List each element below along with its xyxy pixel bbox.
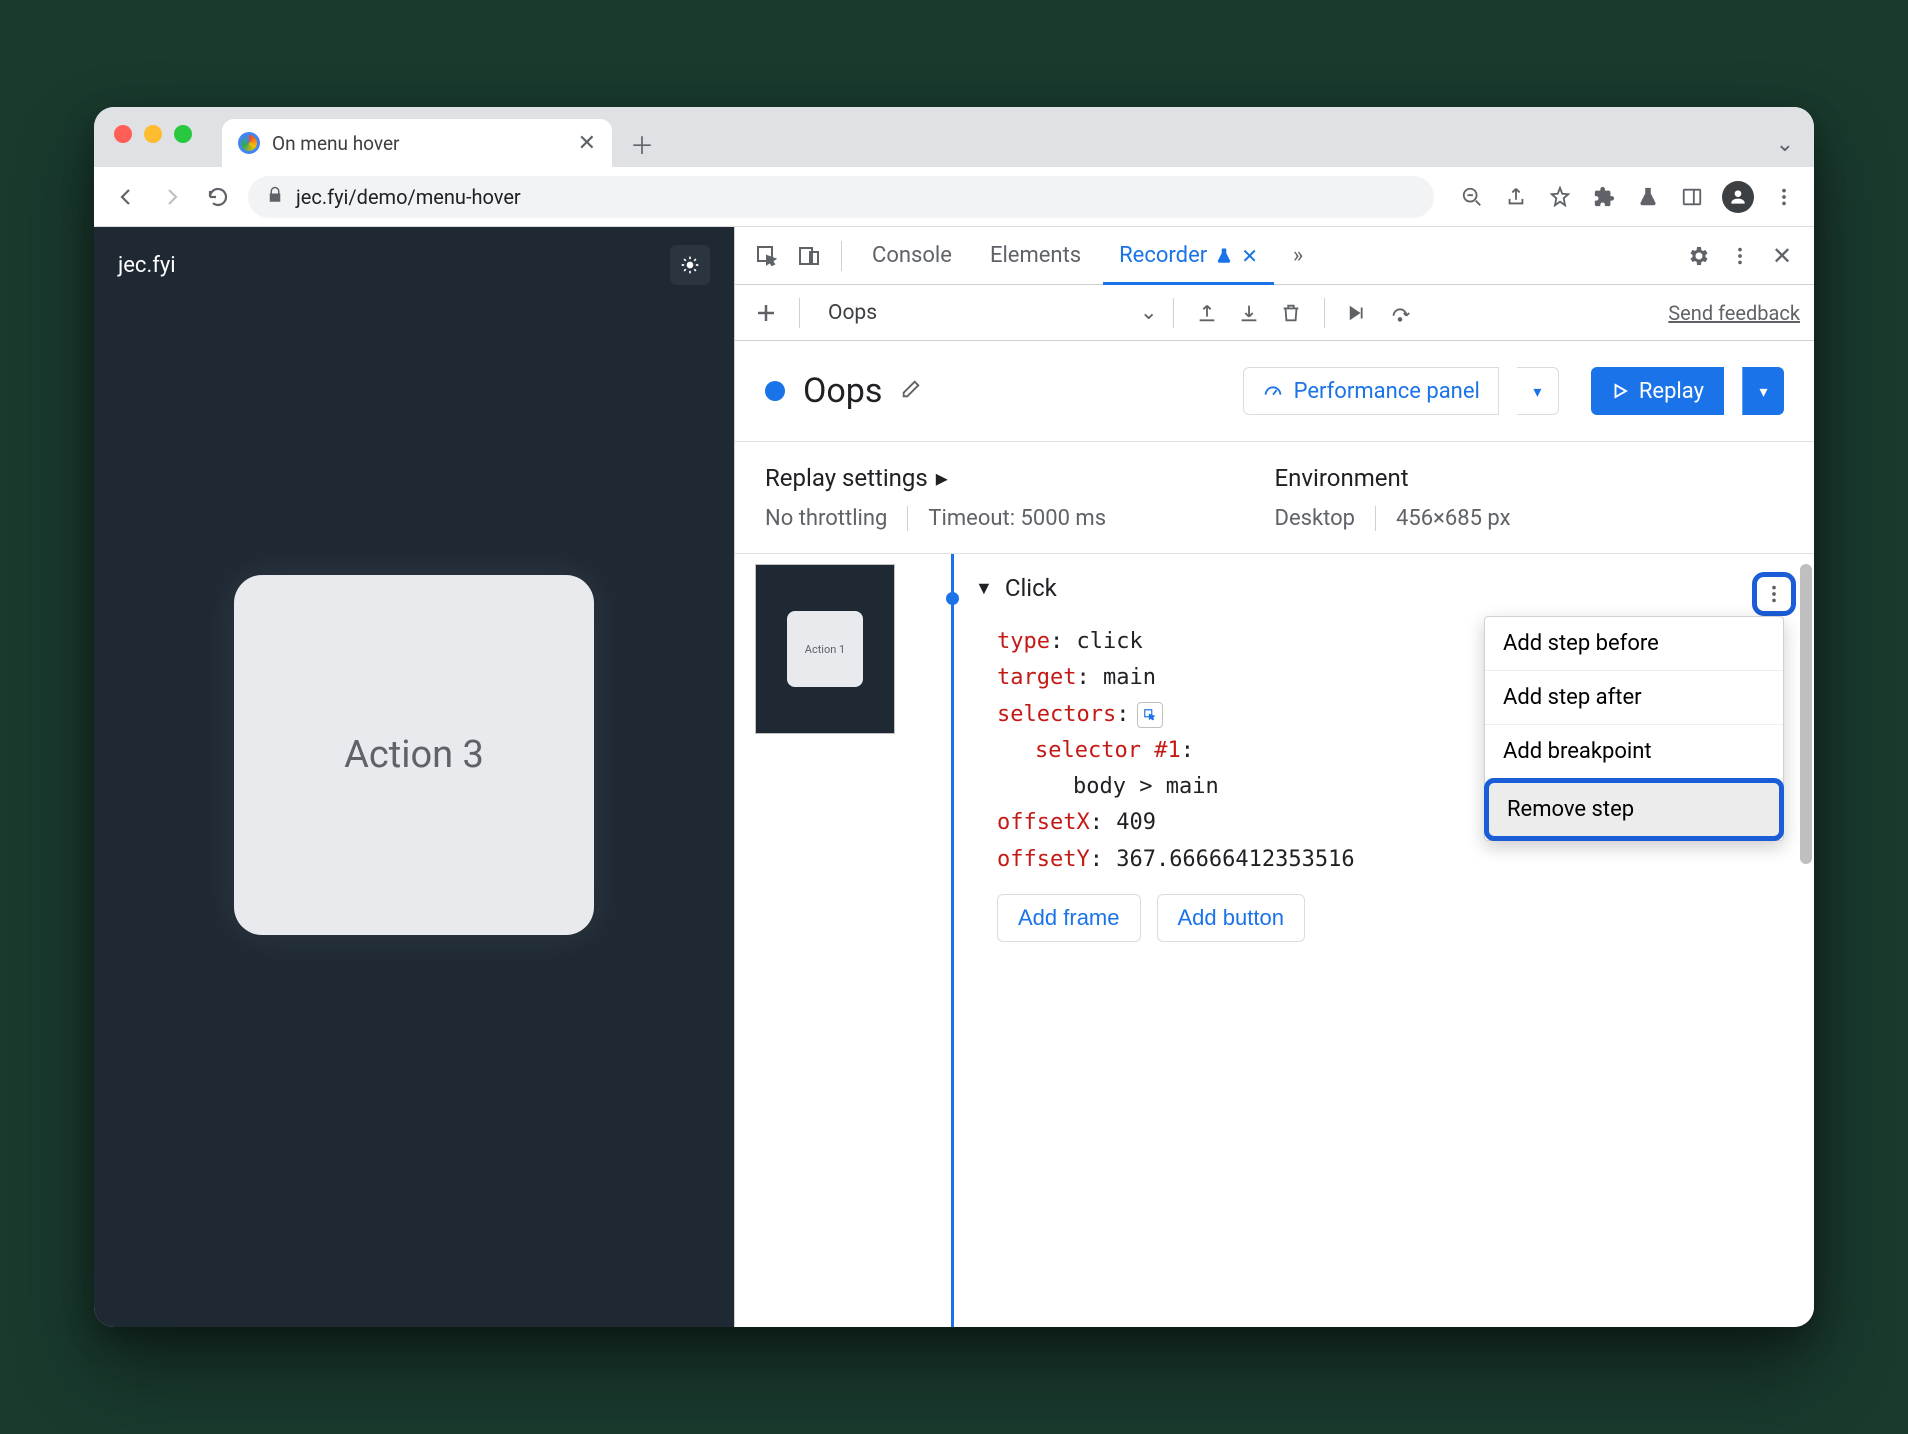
extensions-icon[interactable] (1590, 183, 1618, 211)
menu-add-step-after[interactable]: Add step after (1485, 671, 1783, 725)
kebab-icon (1763, 583, 1785, 605)
url-text: jec.fyi/demo/menu-hover (296, 185, 521, 209)
experiments-icon[interactable] (1634, 183, 1662, 211)
menu-add-breakpoint[interactable]: Add breakpoint (1485, 725, 1783, 779)
lock-icon (266, 185, 284, 209)
tab-recorder[interactable]: Recorder ✕ (1103, 227, 1274, 284)
site-name: jec.fyi (118, 253, 176, 278)
step-menu-button[interactable] (1752, 572, 1796, 616)
tab-console[interactable]: Console (856, 227, 968, 284)
toolbar-actions (1458, 181, 1798, 213)
replay-button[interactable]: Replay (1591, 367, 1724, 415)
recording-status-dot (765, 381, 785, 401)
delete-icon[interactable] (1274, 296, 1308, 330)
timeline (935, 554, 975, 1327)
tab-title: On menu hover (272, 132, 399, 155)
address-bar[interactable]: jec.fyi/demo/menu-hover (248, 176, 1434, 218)
recording-dropdown[interactable]: ⌄ (1140, 300, 1158, 325)
recording-selector[interactable]: Oops (816, 301, 889, 325)
page-header: jec.fyi (94, 227, 734, 303)
separator (841, 241, 842, 271)
flask-icon (1215, 247, 1233, 265)
scrollbar[interactable] (1800, 564, 1812, 864)
new-tab-button[interactable]: ＋ (622, 123, 662, 163)
add-button-button[interactable]: Add button (1157, 894, 1305, 942)
theme-toggle-button[interactable] (670, 245, 710, 285)
tab-elements[interactable]: Elements (974, 227, 1097, 284)
timeline-marker[interactable] (946, 592, 959, 605)
replay-dropdown[interactable]: ▾ (1742, 367, 1784, 415)
favicon-icon (238, 132, 260, 154)
step-header[interactable]: ▼ Click (975, 562, 1774, 620)
chevron-right-icon: ▸ (936, 464, 948, 492)
back-button[interactable] (110, 181, 142, 213)
inspect-element-icon[interactable] (749, 238, 785, 274)
step-context-menu: Add step before Add step after Add break… (1484, 616, 1784, 841)
profile-avatar[interactable] (1722, 181, 1754, 213)
content-area: jec.fyi Action 3 Console Elements Record… (94, 227, 1814, 1327)
action-label: Action 3 (344, 733, 484, 777)
chevron-down-icon: ▼ (975, 578, 993, 599)
throttling-value: No throttling (765, 506, 887, 531)
maximize-window-button[interactable] (174, 125, 192, 143)
close-window-button[interactable] (114, 125, 132, 143)
step-body: ▼ Click type: click target: main selecto… (975, 554, 1814, 1327)
close-devtools-button[interactable]: ✕ (1764, 238, 1800, 274)
tabs-overflow-button[interactable]: ⌄ (1776, 132, 1794, 157)
menu-remove-step[interactable]: Remove step (1484, 778, 1784, 841)
menu-add-step-before[interactable]: Add step before (1485, 617, 1783, 671)
thumbnail-column: Action 1 (735, 554, 935, 1327)
action-card[interactable]: Action 3 (234, 575, 594, 935)
chrome-menu-button[interactable] (1770, 183, 1798, 211)
forward-button[interactable] (156, 181, 188, 213)
environment-header: Environment (1275, 464, 1785, 492)
recording-title-row: Oops Performance panel ▾ Replay ▾ (735, 341, 1814, 442)
pick-selector-button[interactable] (1137, 702, 1163, 728)
browser-tab[interactable]: On menu hover ✕ (222, 119, 612, 167)
browser-window: On menu hover ✕ ＋ ⌄ jec.fyi/demo/menu-ho… (94, 107, 1814, 1327)
tab-bar: On menu hover ✕ ＋ ⌄ (94, 107, 1814, 167)
edit-title-button[interactable] (900, 378, 922, 404)
share-icon[interactable] (1502, 183, 1530, 211)
close-tab-icon[interactable]: ✕ (1241, 244, 1258, 268)
devtools-panel: Console Elements Recorder ✕ » ✕ Oops (734, 227, 1814, 1327)
recording-title: Oops (803, 371, 882, 411)
device-value: Desktop (1275, 506, 1356, 531)
recorder-toolbar: Oops ⌄ Send feedback (735, 285, 1814, 341)
replay-settings-row: Replay settings ▸ No throttling Timeout:… (735, 442, 1814, 554)
performance-panel-dropdown[interactable]: ▾ (1517, 367, 1559, 415)
settings-icon[interactable] (1680, 238, 1716, 274)
more-tabs-button[interactable]: » (1280, 238, 1316, 274)
bookmark-icon[interactable] (1546, 183, 1574, 211)
reload-button[interactable] (202, 181, 234, 213)
gauge-icon (1262, 380, 1284, 402)
window-controls (114, 125, 192, 143)
side-panel-icon[interactable] (1678, 183, 1706, 211)
send-feedback-link[interactable]: Send feedback (1668, 301, 1800, 325)
devtools-menu-button[interactable] (1722, 238, 1758, 274)
add-frame-button[interactable]: Add frame (997, 894, 1141, 942)
steps-area: Action 1 ▼ Click type: clic (735, 554, 1814, 1327)
performance-panel-button[interactable]: Performance panel (1243, 367, 1499, 415)
zoom-icon[interactable] (1458, 183, 1486, 211)
sun-icon (680, 255, 700, 275)
close-tab-button[interactable]: ✕ (578, 131, 596, 156)
new-recording-button[interactable] (749, 296, 783, 330)
rendered-page: jec.fyi Action 3 (94, 227, 734, 1327)
step-over-icon[interactable] (1341, 296, 1375, 330)
continue-icon[interactable] (1383, 296, 1417, 330)
viewport-value: 456×685 px (1396, 506, 1511, 531)
minimize-window-button[interactable] (144, 125, 162, 143)
export-icon[interactable] (1190, 296, 1224, 330)
step-actions: Add frame Add button (975, 894, 1774, 942)
device-toolbar-icon[interactable] (791, 238, 827, 274)
address-bar-row: jec.fyi/demo/menu-hover (94, 167, 1814, 227)
devtools-tabs: Console Elements Recorder ✕ » ✕ (735, 227, 1814, 285)
replay-settings-header[interactable]: Replay settings ▸ (765, 464, 1275, 492)
import-icon[interactable] (1232, 296, 1266, 330)
timeout-value: Timeout: 5000 ms (928, 506, 1106, 531)
step-thumbnail[interactable]: Action 1 (755, 564, 895, 734)
play-icon (1611, 382, 1629, 400)
